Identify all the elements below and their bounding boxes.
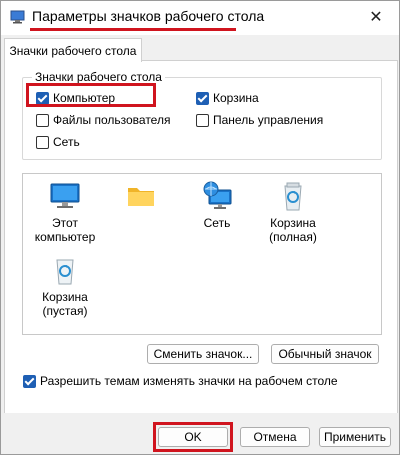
highlight-box-ok bbox=[153, 422, 233, 452]
desktop-icon-settings-dialog: Параметры значков рабочего стола ✕ Значк… bbox=[0, 0, 400, 455]
tab-panel: Значки рабочего стола Компьютер Корзина … bbox=[4, 60, 398, 414]
checkbox-control-panel[interactable]: Панель управления bbox=[196, 113, 323, 127]
icon-item-this-pc[interactable]: Этот компьютер bbox=[31, 180, 99, 244]
checkbox-network-label: Сеть bbox=[53, 135, 80, 149]
default-icon-button[interactable]: Обычный значок bbox=[271, 344, 379, 364]
folder-icon bbox=[128, 188, 154, 206]
checkbox-recycle-bin[interactable]: Корзина bbox=[196, 91, 259, 105]
icon-label-recycle-full: Корзина (полная) bbox=[269, 216, 317, 244]
title-bar[interactable]: Параметры значков рабочего стола ✕ bbox=[1, 1, 399, 35]
checkbox-user-files-label: Файлы пользователя bbox=[53, 113, 171, 127]
tab-desktop-icons[interactable]: Значки рабочего стола bbox=[4, 38, 142, 62]
icon-label-recycle-empty: Корзина (пустая) bbox=[42, 290, 88, 318]
icon-item-recycle-empty[interactable]: Корзина (пустая) bbox=[31, 254, 99, 318]
checkbox-network-box[interactable] bbox=[36, 135, 49, 149]
title-highlight-underline bbox=[30, 28, 236, 31]
cancel-button[interactable]: Отмена bbox=[240, 427, 310, 447]
checkbox-network[interactable]: Сеть bbox=[36, 135, 80, 149]
highlight-box-computer bbox=[26, 83, 156, 107]
checkbox-control-panel-box[interactable] bbox=[196, 113, 209, 127]
group-legend: Значки рабочего стола bbox=[32, 70, 165, 84]
checkbox-recycle-bin-box[interactable] bbox=[196, 91, 209, 105]
apply-button[interactable]: Применить bbox=[319, 427, 391, 447]
monitor-icon bbox=[50, 183, 80, 208]
close-button[interactable]: ✕ bbox=[353, 1, 399, 33]
checkbox-user-files[interactable]: Файлы пользователя bbox=[36, 113, 170, 127]
dialog-button-bar: OK Отмена Применить bbox=[1, 413, 399, 454]
icons-list[interactable]: Этот компьютер Сеть Корзина (полная) Кор… bbox=[22, 173, 382, 335]
icon-item-recycle-full[interactable]: Корзина (полная) bbox=[259, 180, 327, 244]
recycle-bin-full-icon bbox=[284, 182, 302, 211]
icon-label-network: Сеть bbox=[203, 216, 231, 230]
window-title: Параметры значков рабочего стола bbox=[32, 8, 265, 24]
icon-item-user-files[interactable] bbox=[107, 180, 175, 216]
desktop-icons-groupbox: Значки рабочего стола Компьютер Корзина … bbox=[22, 70, 382, 160]
checkbox-user-files-box[interactable] bbox=[36, 113, 49, 127]
checkbox-recycle-bin-label: Корзина bbox=[213, 91, 259, 105]
checkbox-allow-themes-label: Разрешить темам изменять значки на рабоч… bbox=[40, 374, 338, 388]
desktop-settings-icon bbox=[10, 10, 25, 24]
checkbox-allow-themes-box[interactable] bbox=[23, 374, 36, 388]
checkbox-allow-themes[interactable]: Разрешить темам изменять значки на рабоч… bbox=[23, 374, 338, 388]
icon-label-this-pc: Этот компьютер bbox=[34, 216, 96, 244]
change-icon-button[interactable]: Сменить значок... bbox=[147, 344, 259, 364]
recycle-bin-empty-icon bbox=[56, 259, 74, 285]
checkbox-control-panel-label: Панель управления bbox=[213, 113, 324, 127]
network-icon bbox=[203, 181, 232, 209]
icon-item-network[interactable]: Сеть bbox=[183, 180, 251, 230]
